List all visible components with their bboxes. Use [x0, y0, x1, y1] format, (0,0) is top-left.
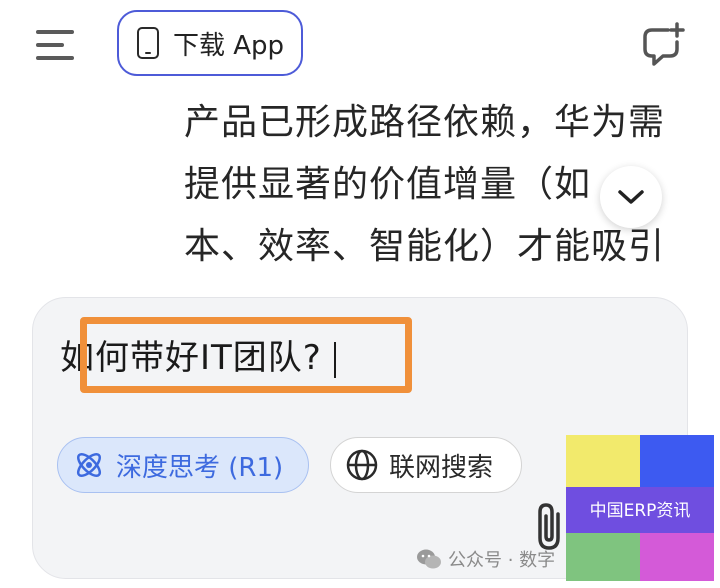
logo-block-blue	[640, 435, 714, 487]
watermark: 公众号 · 数字	[416, 546, 555, 572]
download-app-label: 下载 App	[173, 30, 285, 61]
deep-think-label: 深度思考 (R1)	[116, 452, 284, 483]
phone-icon	[137, 27, 159, 59]
watermark-text: 公众号 · 数字	[448, 550, 556, 571]
new-chat-icon[interactable]	[640, 22, 686, 68]
logo-block-green	[566, 533, 640, 581]
download-app-button[interactable]: 下载 App	[117, 10, 303, 76]
chevron-down-icon	[618, 190, 644, 204]
web-search-label: 联网搜索	[389, 452, 494, 483]
logo-block-magenta	[640, 533, 714, 581]
menu-icon[interactable]	[36, 28, 76, 62]
atom-icon	[76, 452, 102, 478]
highlight-annotation	[80, 317, 412, 393]
web-search-button[interactable]: 联网搜索	[330, 437, 522, 493]
globe-icon	[346, 449, 378, 481]
message-line: 产品已形成路径依赖，华为需	[184, 102, 666, 143]
logo-block-yellow	[566, 435, 640, 487]
scroll-down-button[interactable]	[600, 166, 662, 228]
deep-think-button[interactable]: 深度思考 (R1)	[57, 437, 309, 493]
wechat-icon	[417, 549, 441, 569]
logo-text: 中国ERP资讯	[589, 501, 691, 521]
